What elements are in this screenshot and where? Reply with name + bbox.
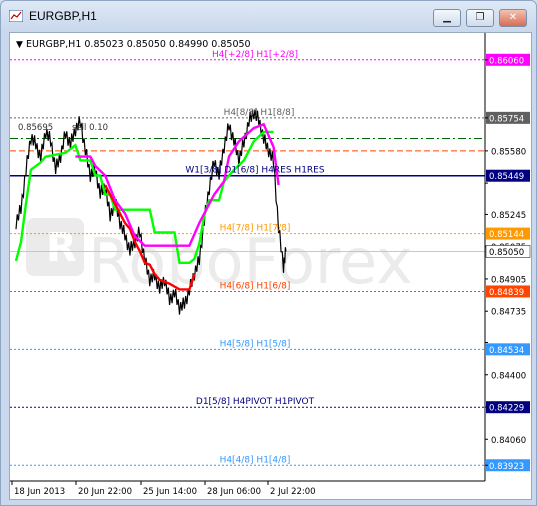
price-tag-text-0: 0.86060 xyxy=(489,56,524,66)
x-tick-label-1: 20 Jun 22:00 xyxy=(78,487,132,497)
restore-icon: ❐ xyxy=(475,12,485,23)
level-label-4: H4[6/8] H1[6/8] xyxy=(220,281,291,291)
x-tick-label-3: 28 Jun 06:00 xyxy=(207,487,261,497)
title-bar[interactable]: EURGBP,H1 ▁ ❐ ✕ xyxy=(1,1,536,31)
price-tag-text-5: 0.84534 xyxy=(489,346,524,356)
window-title: EURGBP,H1 xyxy=(29,9,97,23)
price-tag-text-2: 0.85449 xyxy=(489,172,524,182)
y-tick-label-4: 0.85245 xyxy=(491,211,526,221)
level-label-7: H4[4/8] H1[4/8] xyxy=(220,455,291,465)
y-tick-label-2: 0.85580 xyxy=(491,147,526,157)
level-label-0: H4[+2/8] H1[+2/8] xyxy=(212,50,298,60)
maximize-button[interactable]: ❐ xyxy=(466,9,494,27)
close-icon: ✕ xyxy=(508,12,518,23)
close-button[interactable]: ✕ xyxy=(499,9,527,27)
x-tick-label-4: 2 Jul 22:00 xyxy=(270,487,316,497)
bid-tag-text: 0.85050 xyxy=(489,248,524,258)
level-label-2: W1[3/8] D1[6/8] H4RES H1RES xyxy=(185,166,324,176)
minimize-icon: ▁ xyxy=(443,12,451,23)
x-tick-label-2: 25 Jun 14:00 xyxy=(143,487,197,497)
terminal-window: EURGBP,H1 ▁ ❐ ✕ R RoboForex H4[+2/8] H1[… xyxy=(0,0,537,506)
chart-window-icon xyxy=(9,10,23,22)
level-label-6: D1[5/8] H4PIVOT H1PIVOT xyxy=(196,397,315,407)
price-chart[interactable]: R RoboForex H4[+2/8] H1[+2/8]H4[8/8] H1[… xyxy=(10,33,531,499)
y-tick-label-9: 0.84400 xyxy=(491,371,526,381)
header-triangle-icon[interactable]: ▼ xyxy=(16,40,23,50)
price-tag-text-1: 0.85754 xyxy=(489,114,524,124)
y-tick-label-11: 0.84060 xyxy=(491,436,526,446)
chart-area[interactable]: R RoboForex H4[+2/8] H1[+2/8] H4[8/8] H1[… xyxy=(9,32,532,500)
price-tag-text-7: 0.83923 xyxy=(489,462,524,472)
price-tag-text-4: 0.84839 xyxy=(489,288,524,298)
level-label-1: H4[8/8] H1[8/8] xyxy=(224,108,295,118)
sell-label: sell 0.10 xyxy=(72,123,108,133)
x-tick-label-0: 18 Jun 2013 xyxy=(14,487,65,497)
price-tag-text-3: 0.85144 xyxy=(489,230,524,240)
minimize-button[interactable]: ▁ xyxy=(433,9,461,27)
level-label-3: H4[7/8] H1[7/8] xyxy=(220,224,291,234)
time-scale[interactable]: 18 Jun 2013 20 Jun 22:00 25 Jun 14:00 28 Ju… xyxy=(11,481,316,497)
symbol-line: EURGBP,H1 0.85023 0.85050 0.84990 0.8505… xyxy=(26,39,251,50)
y-tick-label-6: 0.84905 xyxy=(491,275,526,285)
y-tick-label-7: 0.84735 xyxy=(491,308,526,318)
sell-price: 0.85695 xyxy=(18,123,53,133)
price-scale[interactable]: 0.86060 0.85754 0.85449 0.85144 0.84839 0.845… xyxy=(485,53,531,472)
level-label-5: H4[5/8] H1[5/8] xyxy=(220,339,291,349)
price-tag-text-6: 0.84229 xyxy=(489,404,524,414)
svg-text:R: R xyxy=(46,225,77,271)
